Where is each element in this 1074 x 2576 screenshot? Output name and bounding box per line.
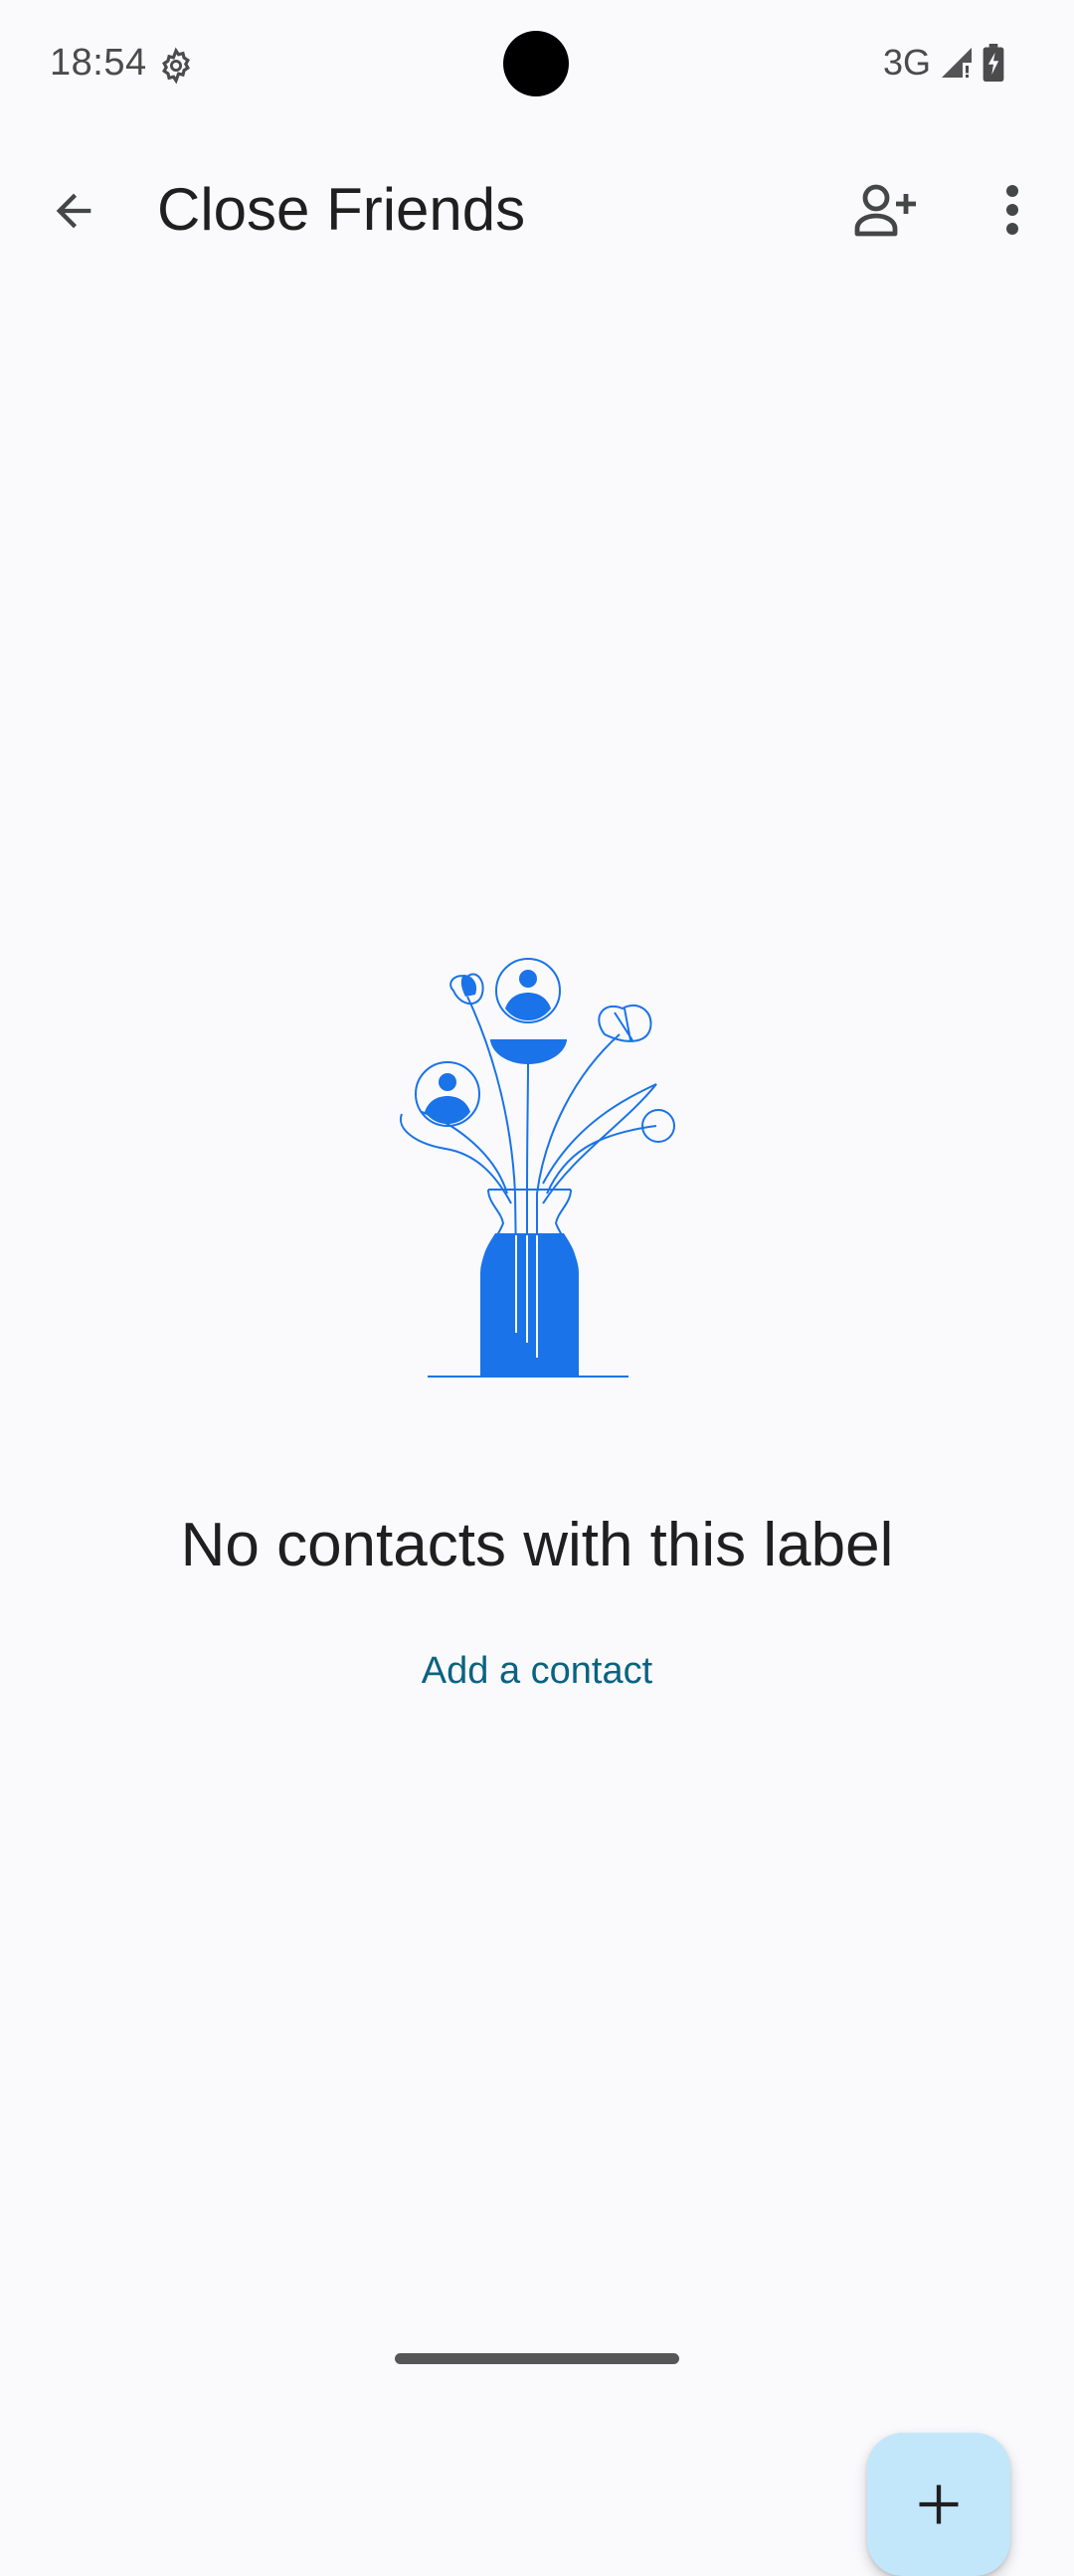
empty-state-message: No contacts with this label [180,1511,894,1579]
status-time: 18:54 [50,42,147,84]
signal-icon [942,48,972,78]
more-vert-icon [1005,185,1018,235]
contact-list-area[interactable]: No contacts with this label Add a contac… [0,294,1074,2576]
status-indicators: 3G [883,42,1004,84]
status-bar: 18:54 3G [0,0,1074,127]
gear-icon [162,47,190,85]
page-title: Close Friends [157,176,526,243]
home-handle[interactable] [395,2353,679,2364]
fab-add-button[interactable] [867,2433,1010,2576]
arrow-back-icon [56,193,91,229]
more-options-button[interactable] [950,147,1074,273]
top-app-bar: Close Friends [0,127,1074,294]
add-contact-button[interactable]: Add a contact [384,1609,690,1733]
back-button[interactable] [0,137,147,284]
camera-cutout [503,31,569,96]
network-type: 3G [882,42,931,83]
vase-with-flowers-illustration [399,958,675,1378]
gesture-nav-bar [0,2323,1074,2387]
add-person-button[interactable] [823,147,949,273]
battery-charging-icon [983,44,1004,82]
person-add-icon [854,184,916,237]
plus-icon [919,2484,959,2524]
